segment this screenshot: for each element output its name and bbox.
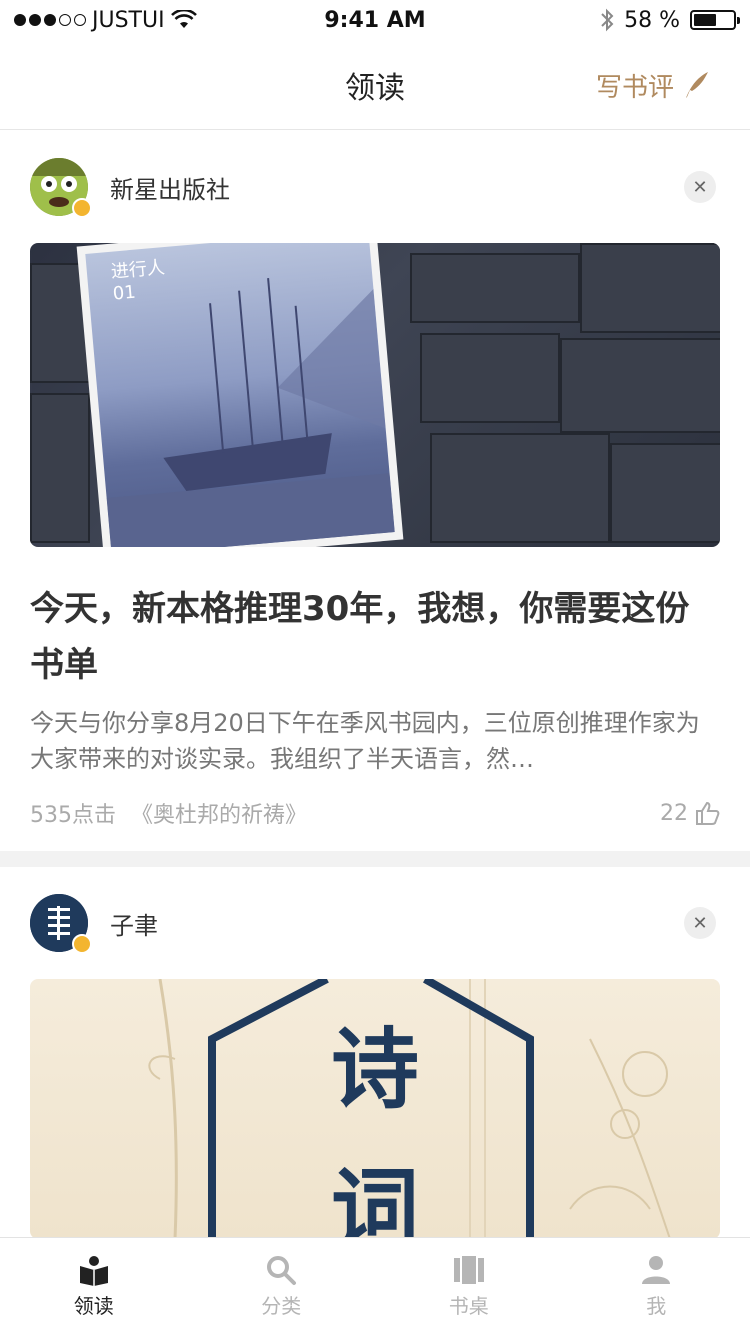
battery-icon [690, 10, 740, 30]
author-name[interactable]: 子聿 [110, 906, 158, 941]
card-header: 新星出版社 ✕ [30, 131, 720, 243]
verified-badge-icon [72, 198, 92, 218]
battery-fill [694, 14, 717, 26]
book-icon [79, 1255, 108, 1286]
avatar[interactable] [30, 158, 92, 218]
tab-label: 我 [646, 1293, 667, 1318]
stone-block [410, 253, 580, 323]
author-name[interactable]: 新星出版社 [110, 170, 230, 205]
dismiss-card-button[interactable]: ✕ [684, 907, 716, 939]
tab-desk[interactable]: 书桌 [375, 1238, 563, 1334]
meta-left: 535点击 《奥杜邦的祈祷》 [30, 797, 307, 829]
tab-me[interactable]: 我 [563, 1238, 750, 1334]
feather-pen-icon [686, 72, 708, 98]
signal-group: JUSTUI [14, 8, 197, 33]
tab-label: 领读 [73, 1293, 114, 1318]
person-icon [642, 1255, 671, 1284]
verified-badge-icon [72, 934, 92, 954]
wifi-icon [170, 10, 197, 28]
feed-card[interactable]: 新星出版社 ✕ 进行人 01 今天，新本格推理30年，我想，你需要这份书单 今天… [0, 131, 750, 867]
stone-block [560, 338, 720, 433]
stone-block [610, 443, 720, 543]
cover-character: 词 [330, 1157, 419, 1237]
thumbs-up-icon [696, 801, 720, 825]
carrier-name: JUSTUI [92, 7, 165, 33]
book-photo: 进行人 01 [76, 243, 404, 547]
close-icon: ✕ [692, 176, 708, 198]
close-icon: ✕ [692, 912, 708, 934]
tab-label: 书桌 [448, 1293, 489, 1318]
article-meta: 535点击 《奥杜邦的祈祷》 22 [30, 795, 720, 831]
status-bar: JUSTUI 9:41 AM 58 % [0, 0, 750, 40]
signal-strength-icon [14, 14, 86, 26]
card-header: 子聿 ✕ [30, 867, 720, 979]
bluetooth-icon [601, 8, 614, 32]
write-review-label: 写书评 [595, 72, 674, 103]
avatar[interactable] [30, 894, 92, 954]
write-review-button[interactable]: 写书评 [596, 40, 710, 130]
stone-block [30, 393, 90, 543]
bookshelf-icon [453, 1255, 484, 1284]
like-count: 22 [660, 800, 688, 826]
click-count: 535点击 [30, 803, 116, 828]
cover-character: 诗 [330, 1017, 419, 1121]
tab-bar: 领读 分类 书桌 我 [0, 1237, 750, 1334]
article-cover-image[interactable]: 诗 词 [30, 979, 720, 1237]
navigation-bar: 领读 写书评 [0, 40, 750, 130]
card-divider [0, 851, 750, 867]
feed[interactable]: 新星出版社 ✕ 进行人 01 今天，新本格推理30年，我想，你需要这份书单 今天… [0, 131, 750, 1237]
dismiss-card-button[interactable]: ✕ [684, 171, 716, 203]
stone-block [430, 433, 610, 543]
article-headline[interactable]: 今天，新本格推理30年，我想，你需要这份书单 [30, 581, 720, 693]
feed-card[interactable]: 子聿 ✕ 诗 词 [0, 867, 750, 1237]
like-button[interactable]: 22 [660, 800, 720, 826]
article-cover-image[interactable]: 进行人 01 [30, 243, 720, 547]
stone-block [580, 243, 720, 333]
book-cover-art: 进行人 01 [85, 243, 395, 547]
book-link[interactable]: 《奥杜邦的祈祷》 [131, 803, 307, 828]
stone-block [420, 333, 560, 423]
article-excerpt[interactable]: 今天与你分享8月20日下午在季风书园内，三位原创推理作家为大家带来的对谈实录。我… [30, 705, 720, 777]
tab-lingdu[interactable]: 领读 [0, 1238, 188, 1334]
tab-category[interactable]: 分类 [188, 1238, 376, 1334]
page-title: 领读 [345, 70, 405, 106]
sailboat-illustration [106, 278, 395, 547]
tab-label: 分类 [261, 1293, 302, 1318]
search-icon [267, 1255, 297, 1285]
status-right-group: 58 % [600, 7, 740, 33]
battery-percentage: 58 % [624, 7, 680, 33]
